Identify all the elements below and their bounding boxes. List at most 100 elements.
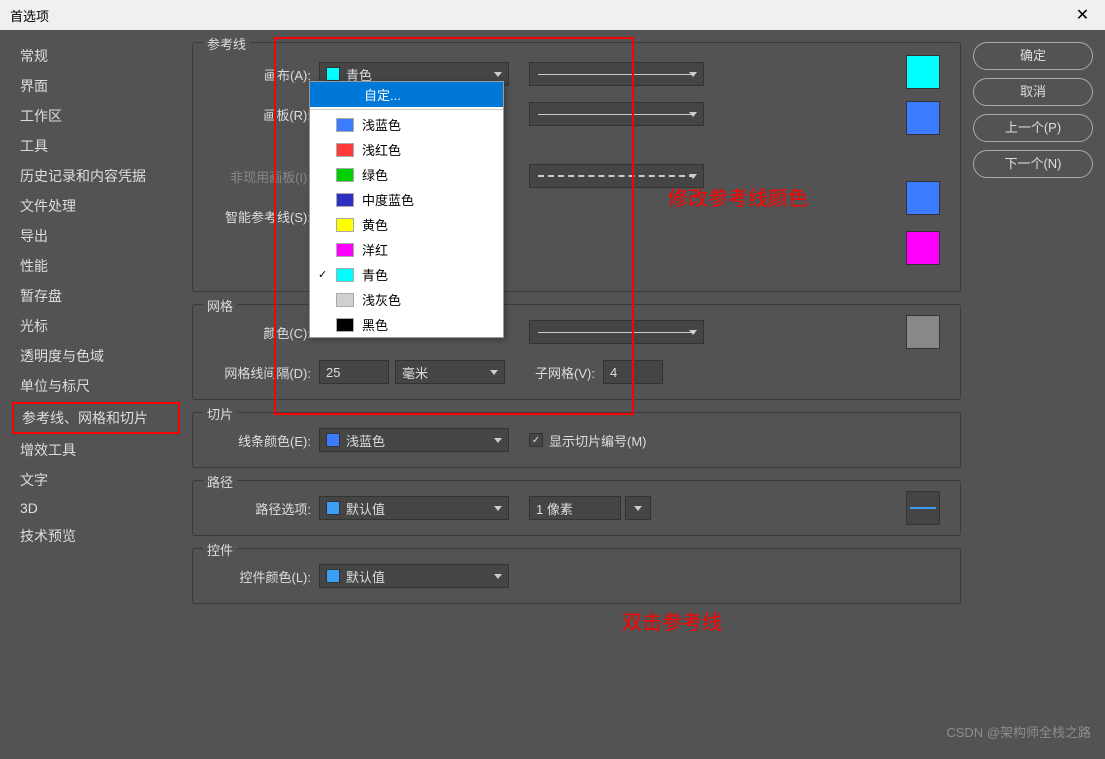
sidebar: 常规界面工作区工具历史记录和内容凭据文件处理导出性能暂存盘光标透明度与色域单位与… xyxy=(12,42,180,747)
gridline-unit-select[interactable]: 毫米 xyxy=(395,360,505,384)
slice-color-select[interactable]: 浅蓝色 xyxy=(319,428,509,452)
sidebar-item[interactable]: 参考线、网格和切片 xyxy=(12,402,180,434)
chevron-down-icon xyxy=(689,72,697,77)
color-swatch-icon xyxy=(336,118,354,132)
sidebar-item[interactable]: 导出 xyxy=(12,222,180,250)
color-swatch-icon xyxy=(336,318,354,332)
window-title: 首选项 xyxy=(10,6,49,25)
path-pixel-select[interactable]: 1 像素 xyxy=(529,496,621,520)
sidebar-item[interactable]: 工具 xyxy=(12,132,180,160)
sidebar-item[interactable]: 3D xyxy=(12,496,180,520)
color-swatch-icon xyxy=(336,218,354,232)
title-bar: 首选项 ✕ xyxy=(0,0,1105,30)
next-button[interactable]: 下一个(N) xyxy=(973,150,1093,178)
dropdown-item[interactable]: 洋红 xyxy=(310,237,503,262)
dropdown-item-custom[interactable]: 自定... xyxy=(310,82,503,107)
sidebar-item[interactable]: 增效工具 xyxy=(12,436,180,464)
watermark: CSDN @架构师全栈之路 xyxy=(946,722,1091,741)
gridline-label: 网格线间隔(D): xyxy=(203,363,311,382)
subgrid-input[interactable] xyxy=(603,360,663,384)
slices-section: 切片 线条颜色(E): 浅蓝色 ✓ 显示切片编号(M) xyxy=(192,412,961,468)
chevron-down-icon xyxy=(490,370,498,375)
sidebar-item[interactable]: 工作区 xyxy=(12,102,180,130)
dropdown-item[interactable]: 黄色 xyxy=(310,212,503,237)
color-dropdown-menu: 自定... 浅蓝色浅红色绿色中度蓝色黄色洋红✓青色浅灰色黑色 xyxy=(309,81,504,338)
chevron-down-icon xyxy=(494,72,502,77)
grid-line-select[interactable] xyxy=(529,320,704,344)
sidebar-item[interactable]: 文件处理 xyxy=(12,192,180,220)
dialog-buttons: 确定 取消 上一个(P) 下一个(N) xyxy=(973,42,1093,747)
color-swatch-icon xyxy=(336,193,354,207)
color-swatch-icon xyxy=(336,243,354,257)
controls-title: 控件 xyxy=(203,540,237,559)
color-swatch-icon xyxy=(336,268,354,282)
controls-color-select[interactable]: 默认值 xyxy=(319,564,509,588)
sidebar-item[interactable]: 性能 xyxy=(12,252,180,280)
ok-button[interactable]: 确定 xyxy=(973,42,1093,70)
path-option-select[interactable]: 默认值 xyxy=(319,496,509,520)
dropdown-item[interactable]: 浅红色 xyxy=(310,137,503,162)
cyan-swatch-icon xyxy=(326,67,340,81)
canvas-color-box[interactable] xyxy=(906,55,940,89)
inactive-color-box[interactable] xyxy=(906,181,940,215)
artboard-line-select[interactable] xyxy=(529,102,704,126)
guides-title: 参考线 xyxy=(203,34,250,53)
canvas-label: 画布(A): xyxy=(203,65,311,84)
sidebar-item[interactable]: 透明度与色域 xyxy=(12,342,180,370)
dropdown-item[interactable]: 绿色 xyxy=(310,162,503,187)
cancel-button[interactable]: 取消 xyxy=(973,78,1093,106)
show-slice-numbers-checkbox[interactable]: ✓ xyxy=(529,433,543,447)
chevron-down-icon xyxy=(494,574,502,579)
dropdown-divider xyxy=(310,109,503,110)
chevron-down-icon xyxy=(494,506,502,511)
annotation-text-2: 双击参考线 xyxy=(622,606,722,635)
lightblue-swatch-icon xyxy=(326,433,340,447)
controls-color-label: 控件颜色(L): xyxy=(203,567,311,586)
prev-button[interactable]: 上一个(P) xyxy=(973,114,1093,142)
guides-section: 参考线 画布(A): 青色 画板(R): 非现用画 xyxy=(192,42,961,292)
inactive-line-select[interactable] xyxy=(529,164,704,188)
chevron-down-icon xyxy=(689,174,697,179)
sidebar-item[interactable]: 技术预览 xyxy=(12,522,180,550)
chevron-down-icon xyxy=(634,506,642,511)
path-title: 路径 xyxy=(203,472,237,491)
dropdown-item[interactable]: 中度蓝色 xyxy=(310,187,503,212)
sidebar-item[interactable]: 暂存盘 xyxy=(12,282,180,310)
inactive-label: 非现用画板(I): xyxy=(203,167,311,186)
blue-swatch-icon xyxy=(326,569,340,583)
close-button[interactable]: ✕ xyxy=(1060,0,1105,30)
sidebar-item[interactable]: 界面 xyxy=(12,72,180,100)
dropdown-item[interactable]: ✓青色 xyxy=(310,262,503,287)
grid-title: 网格 xyxy=(203,296,237,315)
slices-title: 切片 xyxy=(203,404,237,423)
main-panel: 参考线 画布(A): 青色 画板(R): 非现用画 xyxy=(192,42,961,747)
canvas-line-select[interactable] xyxy=(529,62,704,86)
dropdown-item[interactable]: 浅灰色 xyxy=(310,287,503,312)
grid-color-box[interactable] xyxy=(906,315,940,349)
artboard-label: 画板(R): xyxy=(203,105,311,124)
sidebar-item[interactable]: 光标 xyxy=(12,312,180,340)
gridline-input[interactable] xyxy=(319,360,389,384)
dropdown-item[interactable]: 黑色 xyxy=(310,312,503,337)
chevron-down-icon xyxy=(689,112,697,117)
smart-label: 智能参考线(S): xyxy=(203,207,311,226)
path-preview-box xyxy=(906,491,940,525)
controls-section: 控件 控件颜色(L): 默认值 xyxy=(192,548,961,604)
dropdown-item[interactable]: 浅蓝色 xyxy=(310,112,503,137)
color-swatch-icon xyxy=(336,143,354,157)
sidebar-item[interactable]: 单位与标尺 xyxy=(12,372,180,400)
blue-swatch-icon xyxy=(326,501,340,515)
sidebar-item[interactable]: 常规 xyxy=(12,42,180,70)
grid-section: 网格 颜色(C): 网格线间隔(D): 毫米 子网格(V): xyxy=(192,304,961,400)
path-section: 路径 路径选项: 默认值 1 像素 xyxy=(192,480,961,536)
sidebar-item[interactable]: 文字 xyxy=(12,466,180,494)
path-line-preview xyxy=(910,507,936,509)
artboard-color-box[interactable] xyxy=(906,101,940,135)
chevron-down-icon xyxy=(494,438,502,443)
sidebar-item[interactable]: 历史记录和内容凭据 xyxy=(12,162,180,190)
show-slice-numbers-label: 显示切片编号(M) xyxy=(549,431,647,450)
path-pixel-chevron[interactable] xyxy=(625,496,651,520)
smart-color-box[interactable] xyxy=(906,231,940,265)
check-icon: ✓ xyxy=(318,268,327,281)
slice-color-label: 线条颜色(E): xyxy=(203,431,311,450)
